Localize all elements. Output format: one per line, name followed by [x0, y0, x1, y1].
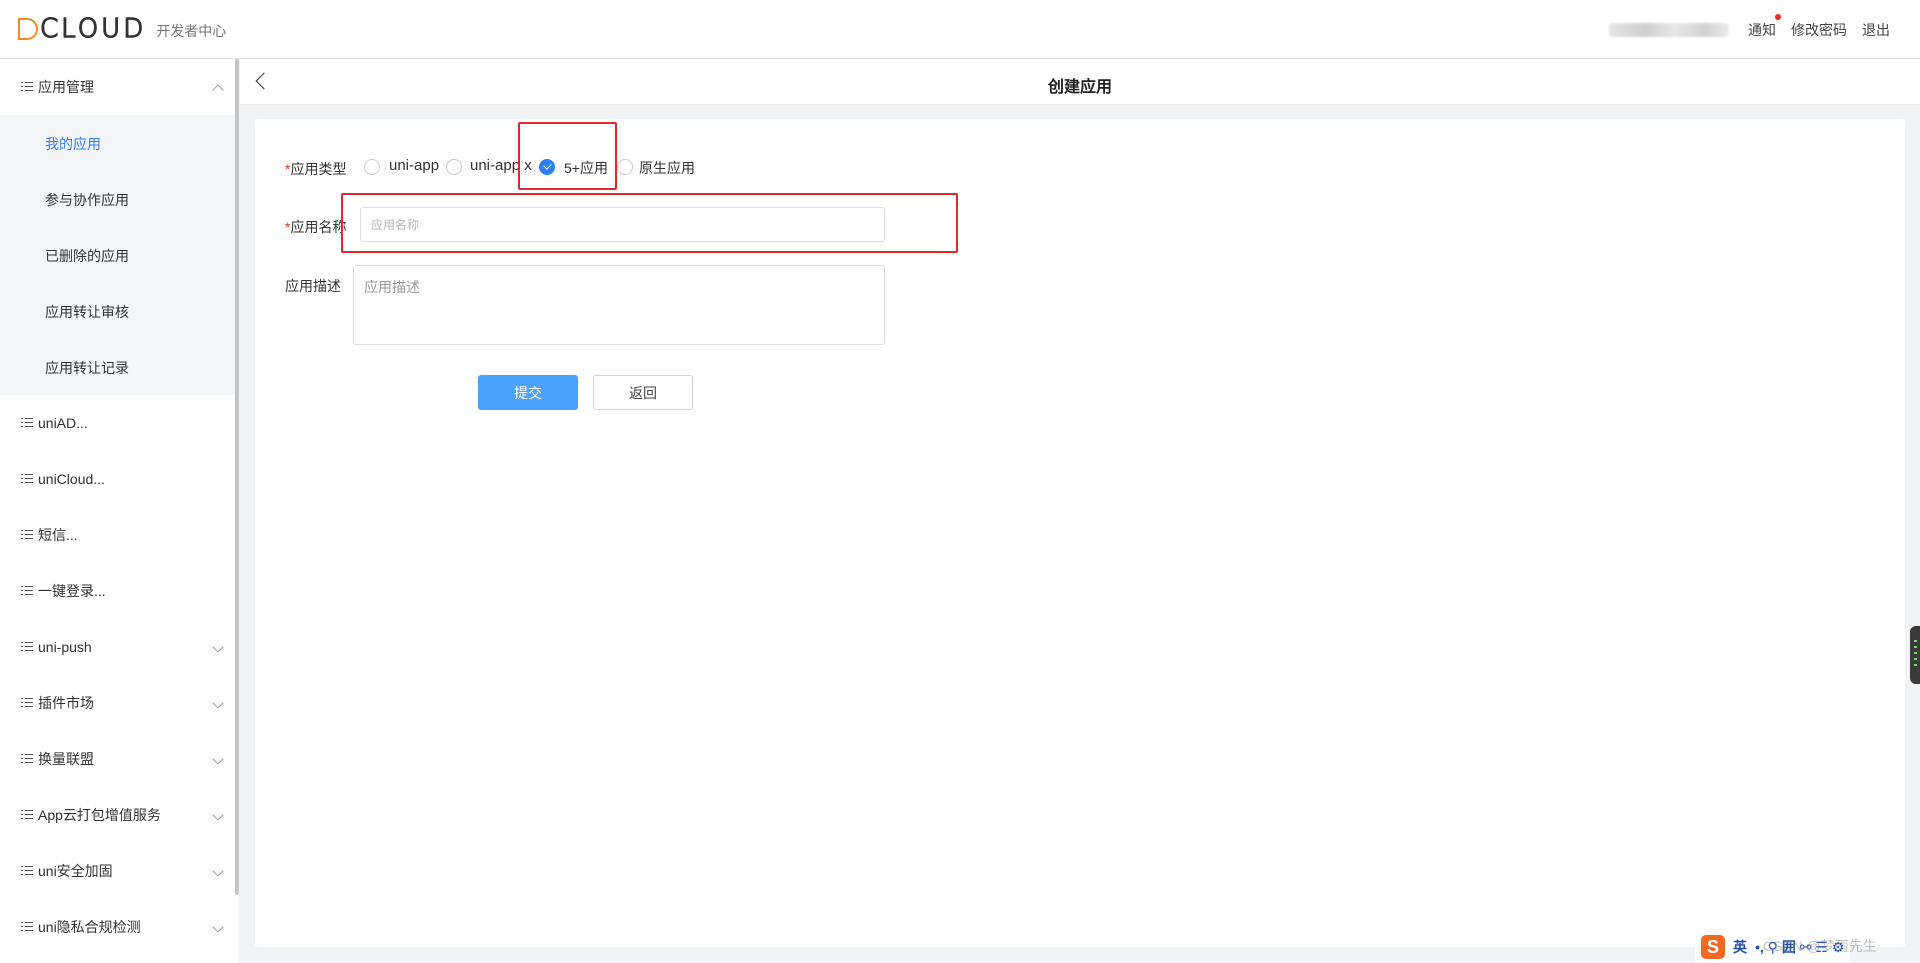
sidebar-group-app-management[interactable]: 应用管理 — [0, 59, 235, 115]
sidebar-item-label: 一键登录... — [38, 583, 106, 599]
chevron-down-icon — [212, 697, 224, 709]
chevron-down-icon — [212, 753, 224, 765]
list-icon — [21, 641, 33, 652]
radio-5plus-app[interactable] — [539, 159, 555, 175]
list-icon — [21, 809, 33, 820]
header-actions: 通知 修改密码 退出 — [1609, 14, 1890, 40]
notify-link[interactable]: 通知 — [1748, 14, 1781, 40]
sidebar-item-collab-apps[interactable]: 参与协作应用 — [45, 190, 129, 210]
user-account-blurred[interactable] — [1609, 23, 1729, 37]
chevron-down-icon — [212, 641, 224, 653]
sidebar-item-label: uni安全加固 — [38, 863, 113, 879]
submit-button[interactable]: 提交 — [478, 375, 578, 410]
sidebar-item-label: 短信... — [38, 527, 78, 543]
logo-d-mark — [18, 18, 38, 40]
sidebar-item-one-click-login[interactable]: 一键登录... — [0, 563, 235, 619]
sidebar-item-transfer-review[interactable]: 应用转让审核 — [45, 302, 129, 322]
list-icon — [21, 753, 33, 764]
page-title: 创建应用 — [1047, 79, 1112, 96]
notify-label: 通知 — [1748, 22, 1776, 38]
sidebar-item-transfer-records[interactable]: 应用转让记录 — [45, 358, 129, 378]
sidebar-item-uni-push[interactable]: uni-push — [0, 619, 235, 675]
sidebar-item-uniad[interactable]: uniAD... — [0, 395, 235, 451]
sidebar-item-label: uni-push — [38, 639, 92, 655]
radio-uni-app[interactable] — [364, 159, 380, 175]
sidebar-item-security-hardening[interactable]: uni安全加固 — [0, 843, 235, 899]
logo-text: CLOUD — [39, 14, 147, 44]
ime-mode-english[interactable]: 英 — [1733, 937, 1747, 957]
dcloud-logo[interactable]: CLOUD 开发者中心 — [18, 14, 227, 44]
form-panel — [255, 119, 1905, 947]
list-icon — [21, 473, 33, 484]
notify-badge-dot — [1775, 14, 1781, 20]
logout-link[interactable]: 退出 — [1862, 20, 1890, 40]
list-icon — [21, 865, 33, 876]
sidebar-item-label: uniAD... — [38, 415, 88, 431]
sidebar-submenu: 我的应用 参与协作应用 已删除的应用 应用转让审核 应用转让记录 — [0, 115, 235, 395]
content-header: 创建应用 — [240, 59, 1920, 105]
sidebar-item-label: uniCloud... — [38, 471, 105, 487]
sidebar-group-label: 应用管理 — [38, 79, 94, 95]
sidebar-item-sms[interactable]: 短信... — [0, 507, 235, 563]
sidebar-item-traffic-alliance[interactable]: 换量联盟 — [0, 731, 235, 787]
radio-label-uni-app-x[interactable]: uni-app x — [470, 157, 532, 174]
app-name-label-text: 应用名称 — [290, 219, 347, 235]
sidebar-item-my-apps[interactable]: 我的应用 — [45, 134, 101, 154]
sidebar-item-label: 插件市场 — [38, 695, 94, 711]
radio-label-uni-app[interactable]: uni-app — [389, 157, 439, 174]
change-password-link[interactable]: 修改密码 — [1791, 20, 1847, 40]
list-icon — [21, 81, 33, 92]
csdn-watermark: CSDN @梦雨先生 — [1763, 938, 1877, 954]
radio-label-5plus-app[interactable]: 5+应用 — [564, 158, 608, 178]
sidebar-item-cloud-packaging[interactable]: App云打包增值服务 — [0, 787, 235, 843]
list-icon — [21, 921, 33, 932]
sidebar-item-plugin-market[interactable]: 插件市场 — [0, 675, 235, 731]
app-name-input[interactable] — [360, 207, 885, 242]
app-desc-label: 应用描述 — [285, 278, 341, 294]
logo-subtitle: 开发者中心 — [156, 22, 227, 39]
sidebar-item-privacy-check[interactable]: uni隐私合规检测 — [0, 899, 235, 955]
radio-label-native-app[interactable]: 原生应用 — [639, 158, 695, 178]
list-icon — [21, 585, 33, 596]
sogou-ime-icon[interactable]: S — [1701, 935, 1725, 959]
chevron-up-icon — [212, 84, 224, 96]
radio-uni-app-x[interactable] — [446, 159, 462, 175]
app-name-label: *应用名称 — [285, 217, 346, 237]
edge-floating-widget[interactable] — [1910, 626, 1920, 684]
app-desc-textarea[interactable] — [353, 265, 885, 345]
sidebar-item-label: uni隐私合规检测 — [38, 919, 141, 935]
list-icon — [21, 417, 33, 428]
app-type-label-text: 应用类型 — [290, 161, 347, 177]
sidebar-scrollbar[interactable] — [235, 59, 239, 895]
top-header: CLOUD 开发者中心 通知 修改密码 退出 — [0, 0, 1920, 59]
list-icon — [21, 529, 33, 540]
list-icon — [21, 697, 33, 708]
sidebar: 应用管理 我的应用 参与协作应用 已删除的应用 应用转让审核 应用转让记录 un… — [0, 59, 238, 963]
sidebar-item-label: App云打包增值服务 — [38, 807, 161, 823]
back-button[interactable]: 返回 — [593, 375, 693, 410]
sidebar-item-deleted-apps[interactable]: 已删除的应用 — [45, 246, 129, 266]
chevron-down-icon — [212, 809, 224, 821]
chevron-down-icon — [212, 921, 224, 933]
sidebar-item-unicloud[interactable]: uniCloud... — [0, 451, 235, 507]
chevron-down-icon — [212, 865, 224, 877]
radio-native-app[interactable] — [617, 159, 633, 175]
app-type-label: *应用类型 — [285, 159, 346, 179]
sidebar-item-label: 换量联盟 — [38, 751, 94, 767]
